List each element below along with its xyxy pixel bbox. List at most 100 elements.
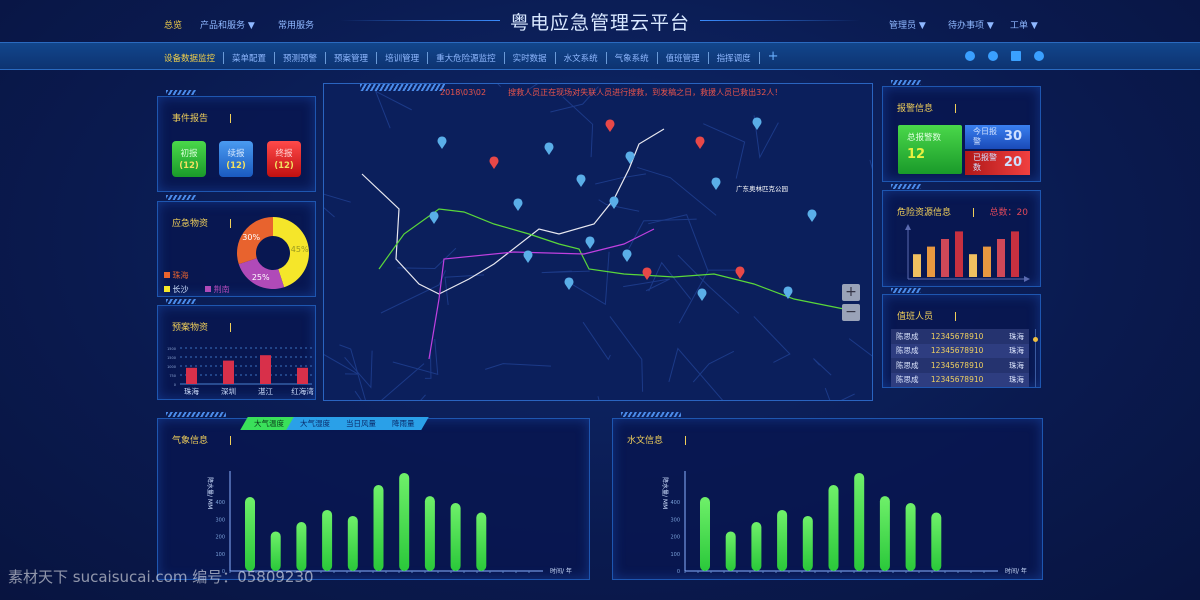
nav-tab[interactable]: 水文系统 (556, 52, 607, 64)
nav-tab[interactable]: 菜单配置 (224, 52, 275, 64)
bar (955, 231, 963, 277)
add-tab-button[interactable]: + (760, 52, 787, 64)
map-road (648, 215, 708, 272)
zoom-out-button[interactable]: − (842, 304, 860, 321)
scrollbar-thumb[interactable] (1033, 337, 1038, 342)
map-pin-icon (626, 151, 635, 164)
nav-tab[interactable]: 气象系统 (607, 52, 658, 64)
map-stripe (360, 84, 445, 91)
final-report-button[interactable]: 终报 (12) (267, 141, 301, 177)
bar (476, 513, 486, 571)
tab-rainfall[interactable]: 降雨量 (378, 417, 428, 430)
nav-tab[interactable]: 预测预警 (275, 52, 326, 64)
bar (726, 531, 736, 571)
zoom-in-button[interactable]: + (842, 284, 860, 301)
x-tick-label: 红海湾 (291, 386, 314, 396)
bar (451, 503, 461, 571)
map-date: 2018\03\02 (440, 88, 486, 97)
alert-pin-icon (643, 267, 652, 280)
map-pin-icon (808, 209, 817, 222)
map-canvas[interactable] (324, 84, 873, 401)
x-tick-label: 湛江 (258, 387, 273, 396)
followup-report-button[interactable]: 续报 (12) (219, 141, 253, 177)
duty-panel: 值班人员 陈思成 12345678910 珠海 陈思成 12345678910 珠海 陈思成… (882, 294, 1041, 388)
nav-tab[interactable]: 指挥调度 (709, 52, 760, 64)
event-report-panel: 事件报告 初报 (12) 续报 (12) 终报 (12) (157, 96, 316, 192)
x-tick-label: 珠海 (184, 386, 199, 396)
nav-workorder[interactable]: 工单 ▼ (1010, 18, 1038, 31)
alert-pin-icon (736, 266, 745, 279)
nav-tab[interactable]: 值班管理 (658, 52, 709, 64)
mail-icon[interactable] (1011, 51, 1021, 61)
slice-label: 25% (252, 273, 270, 282)
panel-title: 值班人员 (897, 309, 956, 322)
table-cell: 12345678910 (931, 375, 1005, 384)
map-road (629, 219, 697, 249)
map-road (563, 97, 593, 157)
y-tick-label: 0 (677, 569, 680, 575)
bar (927, 247, 935, 277)
donut-chart: 45%25%30% (236, 216, 310, 290)
hazard-total: 总数：20 (990, 205, 1028, 218)
y-tick-label: 300 (215, 517, 225, 523)
map-road (849, 339, 873, 395)
plan-supplies-chart: 0750100015001500珠海 深圳 湛江 红海湾 (162, 342, 314, 398)
nav-tab[interactable]: 预案管理 (326, 52, 377, 64)
bar (260, 355, 271, 384)
nav-products[interactable]: 产品和服务 ▼ (200, 18, 255, 31)
help-icon[interactable] (988, 51, 998, 61)
y-tick-label: 400 (215, 500, 225, 506)
map-pin-icon (712, 177, 721, 190)
nav-common-services[interactable]: 常用服务 (278, 18, 314, 31)
nav-tab[interactable]: 实时数据 (505, 52, 556, 64)
bar (374, 485, 384, 571)
y-arrow (905, 224, 911, 230)
map[interactable] (323, 83, 873, 401)
clock-icon[interactable] (965, 51, 975, 61)
map-pin-icon (784, 286, 793, 299)
panel-title: 报警信息 (897, 101, 956, 114)
nav-tab[interactable]: 重大危险源监控 (428, 52, 505, 64)
table-cell: 12345678910 (931, 346, 1005, 355)
bar (969, 254, 977, 277)
slice-label: 30% (242, 233, 260, 242)
map-road (623, 279, 670, 291)
panel-title: 应急物资 (172, 216, 231, 229)
map-road (384, 395, 425, 401)
bar (223, 361, 234, 384)
map-pin-icon (753, 117, 762, 130)
bar (245, 497, 255, 571)
initial-report-button[interactable]: 初报 (12) (172, 141, 206, 177)
duty-table: 陈思成 12345678910 珠海 陈思成 12345678910 珠海 陈思成 12345… (891, 329, 1029, 387)
gear-icon[interactable] (1034, 51, 1044, 61)
nav-overview[interactable]: 总览 (164, 18, 182, 31)
total-alarms-card[interactable]: 总报警数 12 (898, 125, 962, 174)
table-row[interactable]: 陈思成 12345678910 珠海 (891, 329, 1029, 344)
weather-tabs: 大气温度 大气湿度 当日风量 降雨量 (244, 417, 421, 430)
y-tick-label: 100 (215, 552, 225, 558)
today-alarms-card[interactable]: 今日报警 30 (965, 125, 1030, 149)
nav-tab[interactable]: 设备数据监控 (164, 52, 224, 64)
reported-alarms-card[interactable]: 已报警数 20 (965, 151, 1030, 175)
map-road (324, 187, 351, 217)
map-road (381, 270, 446, 313)
table-cell: 珠海 (1005, 331, 1024, 342)
alert-pin-icon (696, 136, 705, 149)
table-row[interactable]: 陈思成 12345678910 珠海 (891, 344, 1029, 359)
bar (399, 473, 409, 571)
bar (296, 522, 306, 571)
title-decoration-left (340, 20, 500, 21)
map-header: 2018\03\02 搜救人员正在现场对失联人员进行搜救，到发稿之日，救援人员已救… (440, 87, 782, 98)
table-row[interactable]: 陈思成 12345678910 珠海 (891, 358, 1029, 373)
nav-todo[interactable]: 待办事项 ▼ (948, 18, 994, 31)
x-axis-label: 时间/ 年 (550, 567, 572, 575)
panel-title: 水文信息 (627, 433, 686, 446)
map-road (445, 275, 484, 305)
hydro-panel: 水文信息 降水量/ MM 时间/ 年 0 100 200 300 400 (612, 418, 1043, 580)
table-cell: 珠海 (1005, 360, 1024, 371)
hydro-chart: 降水量/ MM时间/ 年0100200300400 (623, 449, 1043, 579)
navbar: 设备数据监控 菜单配置 预测预警 预案管理 培训管理 重大危险源监控 实时数据 水文系统 气象系… (0, 42, 1200, 70)
nav-admin[interactable]: 管理员 ▼ (889, 18, 926, 31)
nav-tab[interactable]: 培训管理 (377, 52, 428, 64)
table-row[interactable]: 陈思成 12345678910 珠海 (891, 373, 1029, 388)
